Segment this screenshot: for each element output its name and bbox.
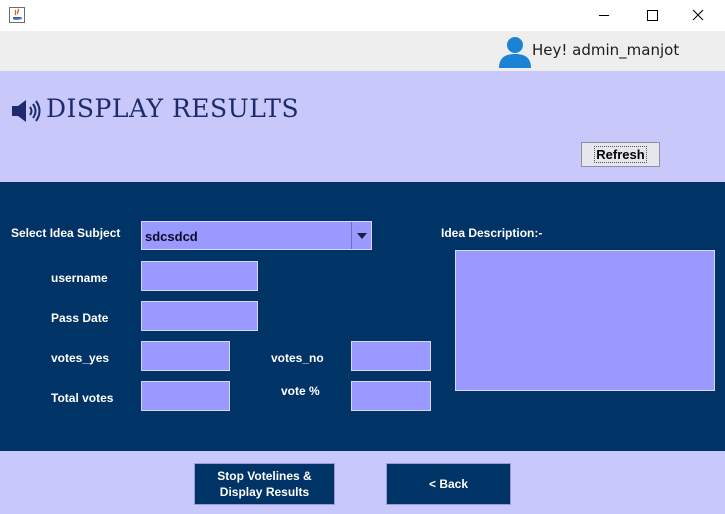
votes-yes-label: votes_yes — [51, 351, 110, 365]
subject-label: Select Idea Subject — [11, 226, 121, 240]
subject-select-value: sdcsdcd — [145, 229, 198, 244]
total-votes-field[interactable] — [141, 381, 230, 411]
idea-description-textarea[interactable] — [455, 250, 715, 391]
username-field[interactable] — [141, 261, 258, 291]
username-label: username — [51, 271, 108, 285]
back-button[interactable]: < Back — [386, 463, 511, 505]
votes-no-label: votes_no — [271, 351, 324, 365]
close-button[interactable] — [678, 2, 718, 28]
pass-date-field[interactable] — [141, 301, 258, 331]
refresh-button-label: Refresh — [594, 146, 647, 163]
minimize-button[interactable] — [584, 2, 624, 28]
description-label: Idea Description:- — [441, 226, 543, 240]
maximize-button[interactable] — [632, 2, 672, 28]
maximize-icon — [647, 10, 658, 21]
stop-votelines-button[interactable]: Stop Votelines & Display Results — [194, 463, 335, 505]
vote-percent-label: vote % — [281, 384, 320, 398]
speaker-icon — [10, 97, 44, 125]
stop-votelines-label: Stop Votelines & Display Results — [217, 469, 312, 499]
back-button-label: < Back — [428, 477, 469, 491]
java-icon — [9, 7, 25, 23]
chevron-down-icon — [356, 232, 367, 239]
total-votes-label: Total votes — [51, 391, 114, 405]
action-panel — [0, 451, 725, 514]
minimize-icon — [599, 15, 609, 16]
user-greeting: Hey! admin_manjot — [532, 41, 680, 59]
user-icon — [498, 35, 532, 69]
votes-yes-field[interactable] — [141, 341, 230, 371]
subject-dropdown-button[interactable] — [351, 222, 371, 249]
vote-percent-field[interactable] — [351, 381, 431, 411]
close-icon — [692, 9, 704, 21]
refresh-button[interactable]: Refresh — [581, 142, 660, 167]
pass-date-label: Pass Date — [51, 311, 109, 325]
page-title: DISPLAY RESULTS — [46, 94, 300, 123]
votes-no-field[interactable] — [351, 341, 431, 371]
